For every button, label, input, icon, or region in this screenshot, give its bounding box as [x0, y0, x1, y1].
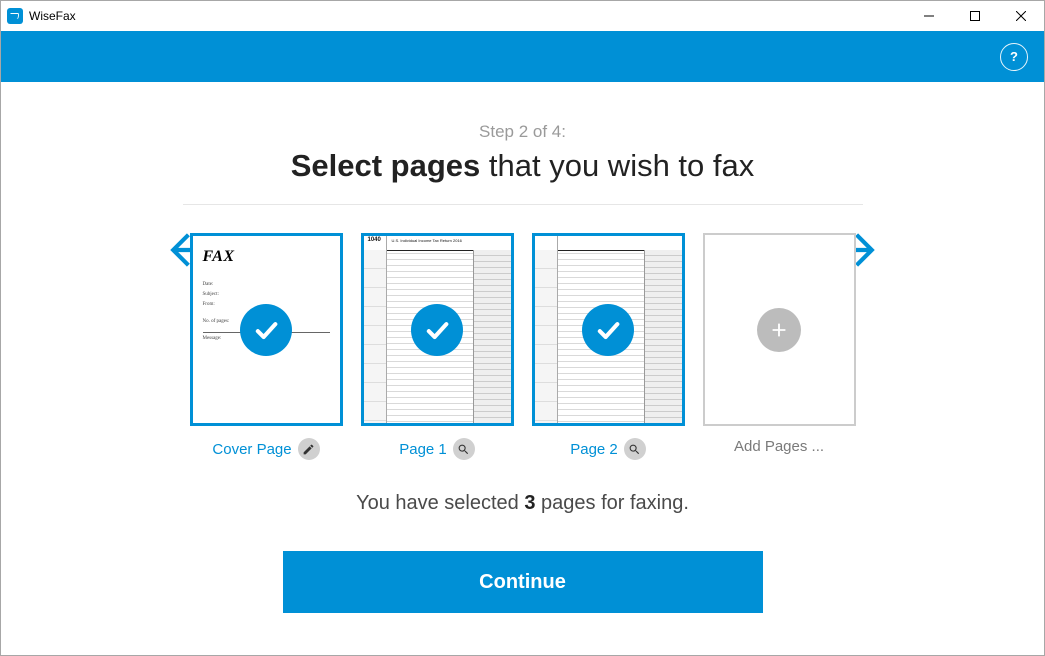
status-suffix: pages for faxing.	[535, 492, 688, 514]
zoom-page2-button[interactable]	[624, 438, 646, 460]
thumb-page1-frame[interactable]: 1040 U.S. Individual Income Tax Return 2…	[361, 233, 514, 426]
thumb-cover: FAX Date:Subject:From: No. of pages: Mes…	[190, 233, 343, 460]
app-window: WiseFax ? Step 2 of 4:	[0, 0, 1045, 656]
help-button[interactable]: ?	[1000, 43, 1028, 71]
thumb-page2: Page 2	[532, 233, 685, 460]
topbar: ?	[1, 31, 1044, 82]
heading-bold: Select pages	[291, 148, 481, 183]
selection-status: You have selected 3 pages for faxing.	[356, 492, 689, 515]
cover-fax-heading: FAX	[203, 248, 330, 266]
app-title: WiseFax	[29, 9, 76, 23]
heading-rest: that you wish to fax	[480, 148, 754, 183]
thumb-page1-caption: Page 1	[399, 438, 475, 460]
continue-button[interactable]: Continue	[283, 551, 763, 613]
thumb-cover-frame[interactable]: FAX Date:Subject:From: No. of pages: Mes…	[190, 233, 343, 426]
selected-check-icon	[240, 304, 292, 356]
plus-icon	[757, 308, 801, 352]
heading-divider	[183, 204, 863, 205]
app-icon	[7, 8, 23, 24]
titlebar-left: WiseFax	[7, 8, 76, 24]
thumb-page2-frame[interactable]	[532, 233, 685, 426]
titlebar: WiseFax	[1, 1, 1044, 31]
window-controls	[906, 1, 1044, 31]
close-button[interactable]	[998, 1, 1044, 31]
magnifier-icon	[628, 443, 641, 456]
help-icon: ?	[1010, 49, 1018, 64]
thumb-page1: 1040 U.S. Individual Income Tax Return 2…	[361, 233, 514, 460]
heading-row: Select pages that you wish to fax	[173, 148, 873, 184]
add-pages-frame[interactable]	[703, 233, 856, 426]
thumb-cover-caption: Cover Page	[212, 438, 319, 460]
selected-check-icon	[582, 304, 634, 356]
continue-label: Continue	[479, 571, 566, 594]
maximize-button[interactable]	[952, 1, 998, 31]
thumb-cover-label[interactable]: Cover Page	[212, 441, 291, 458]
thumb-page2-caption: Page 2	[570, 438, 646, 460]
pencil-icon	[302, 443, 315, 456]
magnifier-icon	[457, 443, 470, 456]
selected-check-icon	[411, 304, 463, 356]
thumb-add: Add Pages ...	[703, 233, 856, 460]
status-prefix: You have selected	[356, 492, 524, 514]
content-area: Step 2 of 4: Select pages that you wish …	[1, 82, 1044, 655]
thumb-add-label[interactable]: Add Pages ...	[734, 438, 824, 455]
status-count: 3	[524, 492, 535, 514]
step-label: Step 2 of 4:	[479, 122, 566, 142]
edit-cover-button[interactable]	[298, 438, 320, 460]
page-thumbnails: FAX Date:Subject:From: No. of pages: Mes…	[190, 233, 856, 460]
minimize-button[interactable]	[906, 1, 952, 31]
page-heading: Select pages that you wish to fax	[291, 148, 755, 184]
zoom-page1-button[interactable]	[453, 438, 475, 460]
thumb-page2-label[interactable]: Page 2	[570, 441, 618, 458]
thumb-page1-label[interactable]: Page 1	[399, 441, 447, 458]
thumb-add-caption: Add Pages ...	[734, 438, 824, 455]
